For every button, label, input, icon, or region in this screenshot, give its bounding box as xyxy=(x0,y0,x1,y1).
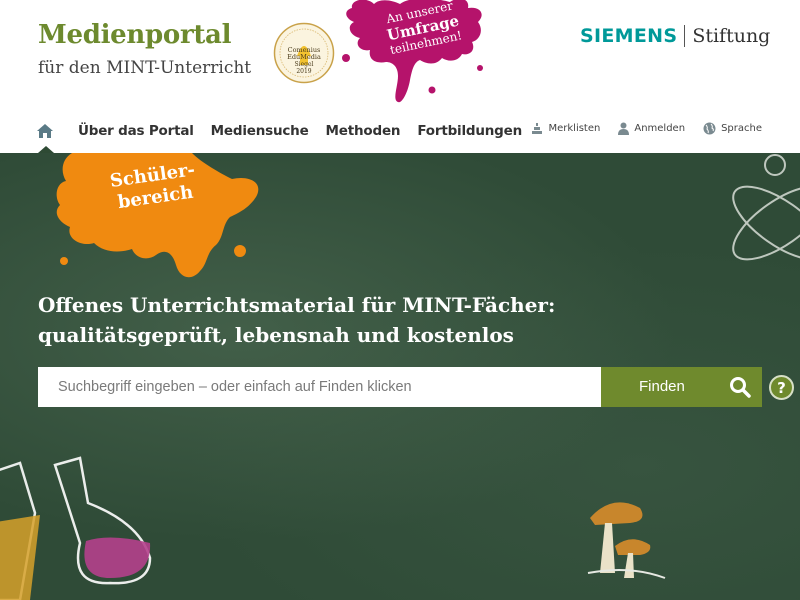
help-question-icon[interactable]: ? xyxy=(769,375,794,400)
comenius-award-seal: Comenius EduMedia Siegel 2019 xyxy=(273,22,335,84)
active-nav-pointer xyxy=(38,146,54,153)
find-button[interactable]: Finden xyxy=(601,367,762,407)
siemens-stiftung-logo[interactable]: SIEMENS Stiftung xyxy=(580,25,770,47)
portal-subtitle: für den MINT-Unterricht xyxy=(38,58,252,78)
globe-icon xyxy=(703,122,716,135)
student-area-link[interactable]: Schüler- bereich xyxy=(52,153,267,288)
hero-headline-line2: qualitätsgeprüft, lebensnah und kostenlo… xyxy=(38,323,514,347)
merklisten-link[interactable]: Merklisten xyxy=(531,122,600,135)
survey-splash-link[interactable]: An unserer Umfrage teilnehmen! xyxy=(340,0,488,106)
hero-headline-line1: Offenes Unterrichtsmaterial für MINT-Fäc… xyxy=(38,293,556,317)
bookmark-list-icon xyxy=(532,123,543,134)
user-icon xyxy=(618,122,630,135)
hero-chalkboard: Schüler- bereich Offenes Unterrichtsmate… xyxy=(0,153,800,600)
site-header: Medienportal für den MINT-Unterricht Com… xyxy=(0,0,800,153)
nav-item-ueber-das-portal[interactable]: Über das Portal xyxy=(78,123,194,139)
anmelden-link[interactable]: Anmelden xyxy=(618,122,685,135)
chalk-mushroom-drawing xyxy=(587,502,666,579)
main-navigation: Über das Portal Mediensuche Methoden For… xyxy=(36,118,539,144)
home-link[interactable] xyxy=(36,121,56,141)
logo-divider xyxy=(684,25,686,47)
svg-text:EduMedia: EduMedia xyxy=(287,53,321,61)
nav-item-mediensuche[interactable]: Mediensuche xyxy=(211,123,309,139)
search-input[interactable] xyxy=(38,367,601,407)
merklisten-label: Merklisten xyxy=(548,123,601,134)
sprache-link[interactable]: Sprache xyxy=(703,122,762,135)
stiftung-wordmark: Stiftung xyxy=(692,25,771,47)
sprache-label: Sprache xyxy=(721,123,762,134)
hero-headline: Offenes Unterrichtsmaterial für MINT-Fäc… xyxy=(38,290,758,350)
home-icon xyxy=(37,124,53,138)
anmelden-label: Anmelden xyxy=(634,123,686,134)
siemens-wordmark: SIEMENS xyxy=(580,25,678,47)
search-icon xyxy=(730,377,751,398)
svg-text:2019: 2019 xyxy=(296,68,311,75)
svg-text:Siegel: Siegel xyxy=(295,61,314,68)
chalk-atom-drawing xyxy=(732,154,800,261)
find-button-label: Finden xyxy=(639,378,685,395)
chalk-flask-drawing xyxy=(0,456,152,600)
nav-item-fortbildungen[interactable]: Fortbildungen xyxy=(417,123,522,139)
nav-item-methoden[interactable]: Methoden xyxy=(326,123,401,139)
utility-navigation: Merklisten Anmelden Sprache xyxy=(513,122,762,135)
portal-title[interactable]: Medienportal xyxy=(38,20,231,50)
